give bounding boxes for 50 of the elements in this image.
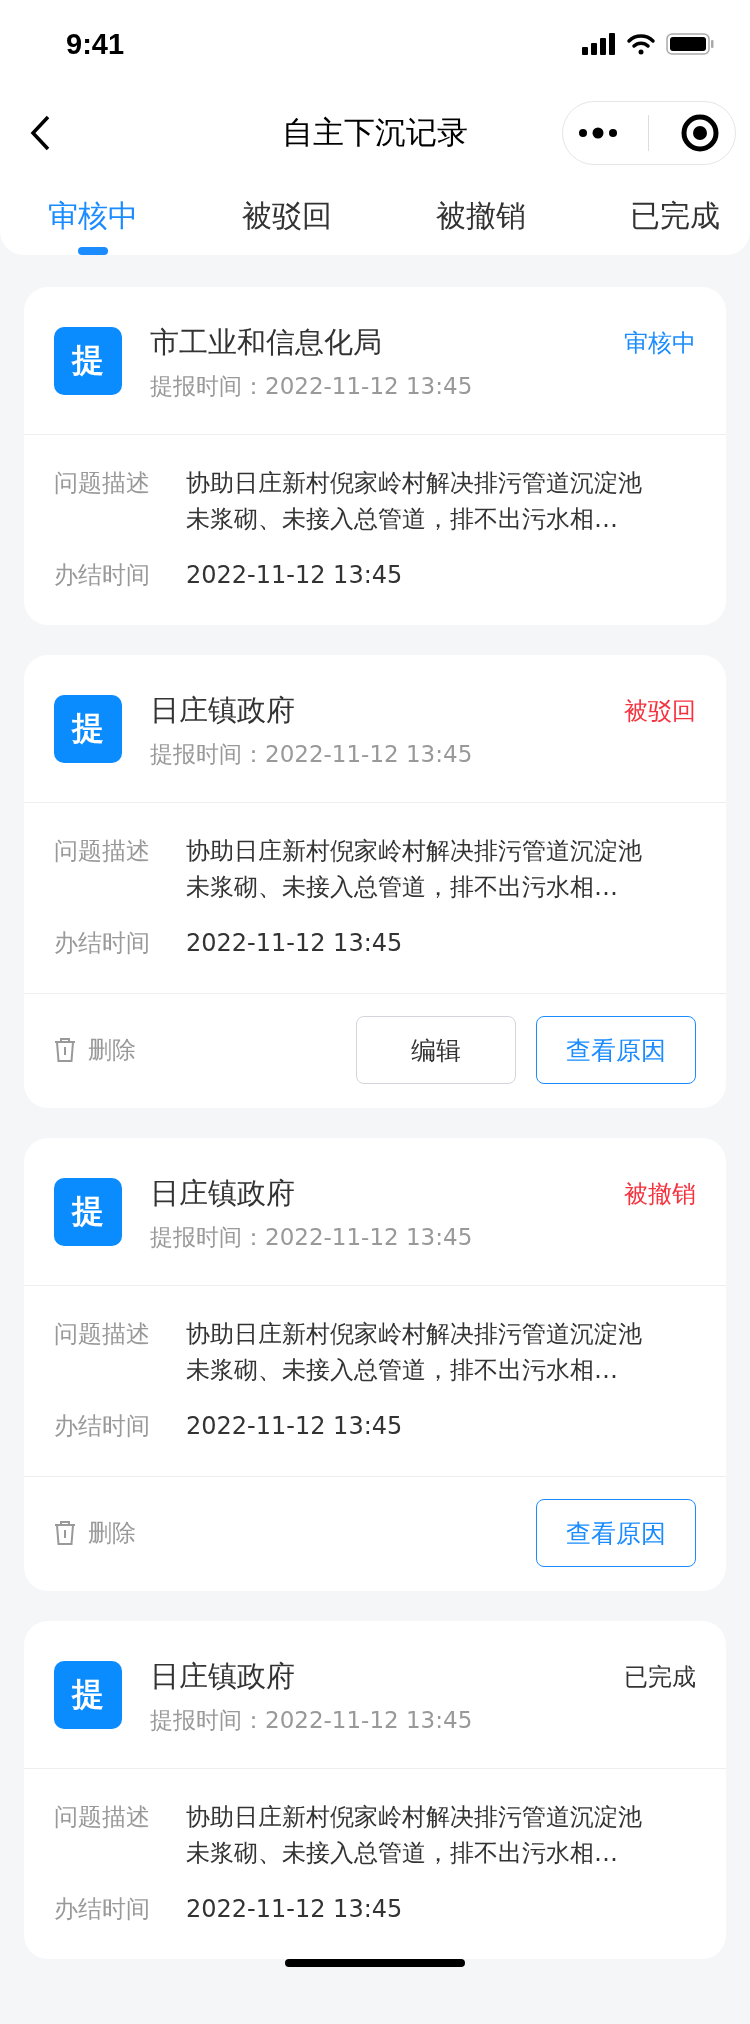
tab[interactable]: 审核中 xyxy=(48,190,138,255)
status-time: 9:41 xyxy=(66,27,125,61)
field-value: 2022-11-12 13:45 xyxy=(186,1411,403,1442)
more-icon[interactable] xyxy=(578,127,619,139)
field-value: 2022-11-12 13:45 xyxy=(186,560,403,591)
field-label: 问题描述 xyxy=(54,468,151,499)
target-icon[interactable] xyxy=(679,113,720,153)
field-value: 协助日庄新村倪家岭村解决排污管道沉淀池未浆砌、未接入总管道，排不出污水相… xyxy=(186,1319,643,1386)
field-value: 2022-11-12 13:45 xyxy=(186,1894,403,1925)
field-value: 协助日庄新村倪家岭村解决排污管道沉淀池未浆砌、未接入总管道，排不出污水相… xyxy=(186,1802,643,1869)
org-name: 市工业和信息化局 xyxy=(150,324,383,361)
field-label: 办结时间 xyxy=(54,928,151,959)
status-label: 审核中 xyxy=(624,328,696,359)
view-reason-button[interactable]: 查看原因 xyxy=(536,1016,696,1084)
tab[interactable]: 已完成 xyxy=(630,190,720,255)
report-time: 提报时间：2022-11-12 13:45 xyxy=(150,372,474,401)
field-label: 问题描述 xyxy=(54,836,151,867)
report-time: 提报时间：2022-11-12 13:45 xyxy=(150,1706,474,1735)
report-time: 提报时间：2022-11-12 13:45 xyxy=(150,1223,474,1252)
view-reason-button[interactable]: 查看原因 xyxy=(536,1499,696,1567)
field-label: 问题描述 xyxy=(54,1319,151,1350)
report-badge: 提 xyxy=(54,1661,122,1729)
status-label: 被撤销 xyxy=(624,1179,696,1210)
report-badge: 提 xyxy=(54,327,122,395)
delete-link[interactable]: 删除 xyxy=(88,1034,136,1066)
status-label: 已完成 xyxy=(624,1662,696,1693)
field-label: 办结时间 xyxy=(54,1411,151,1442)
field-label: 问题描述 xyxy=(54,1802,151,1833)
field-label: 办结时间 xyxy=(54,560,151,591)
battery-icon xyxy=(666,33,714,55)
tab[interactable]: 被驳回 xyxy=(242,190,332,255)
trash-icon xyxy=(54,1520,76,1546)
tab[interactable]: 被撤销 xyxy=(436,190,526,255)
field-value: 协助日庄新村倪家岭村解决排污管道沉淀池未浆砌、未接入总管道，排不出污水相… xyxy=(186,836,643,903)
field-value: 协助日庄新村倪家岭村解决排污管道沉淀池未浆砌、未接入总管道，排不出污水相… xyxy=(186,468,643,535)
wifi-icon xyxy=(626,33,656,55)
org-name: 日庄镇政府 xyxy=(150,1175,296,1212)
field-label: 办结时间 xyxy=(54,1894,151,1925)
edit-button[interactable]: 编辑 xyxy=(356,1016,516,1084)
report-badge: 提 xyxy=(54,1178,122,1246)
field-value: 2022-11-12 13:45 xyxy=(186,928,403,959)
report-badge: 提 xyxy=(54,695,122,763)
report-time: 提报时间：2022-11-12 13:45 xyxy=(150,740,474,769)
signal-icon xyxy=(582,33,616,55)
page-title: 自主下沉记录 xyxy=(282,113,468,152)
delete-link[interactable]: 删除 xyxy=(88,1517,136,1549)
org-name: 日庄镇政府 xyxy=(150,692,296,729)
status-label: 被驳回 xyxy=(624,696,696,727)
org-name: 日庄镇政府 xyxy=(150,1658,296,1695)
trash-icon xyxy=(54,1037,76,1063)
